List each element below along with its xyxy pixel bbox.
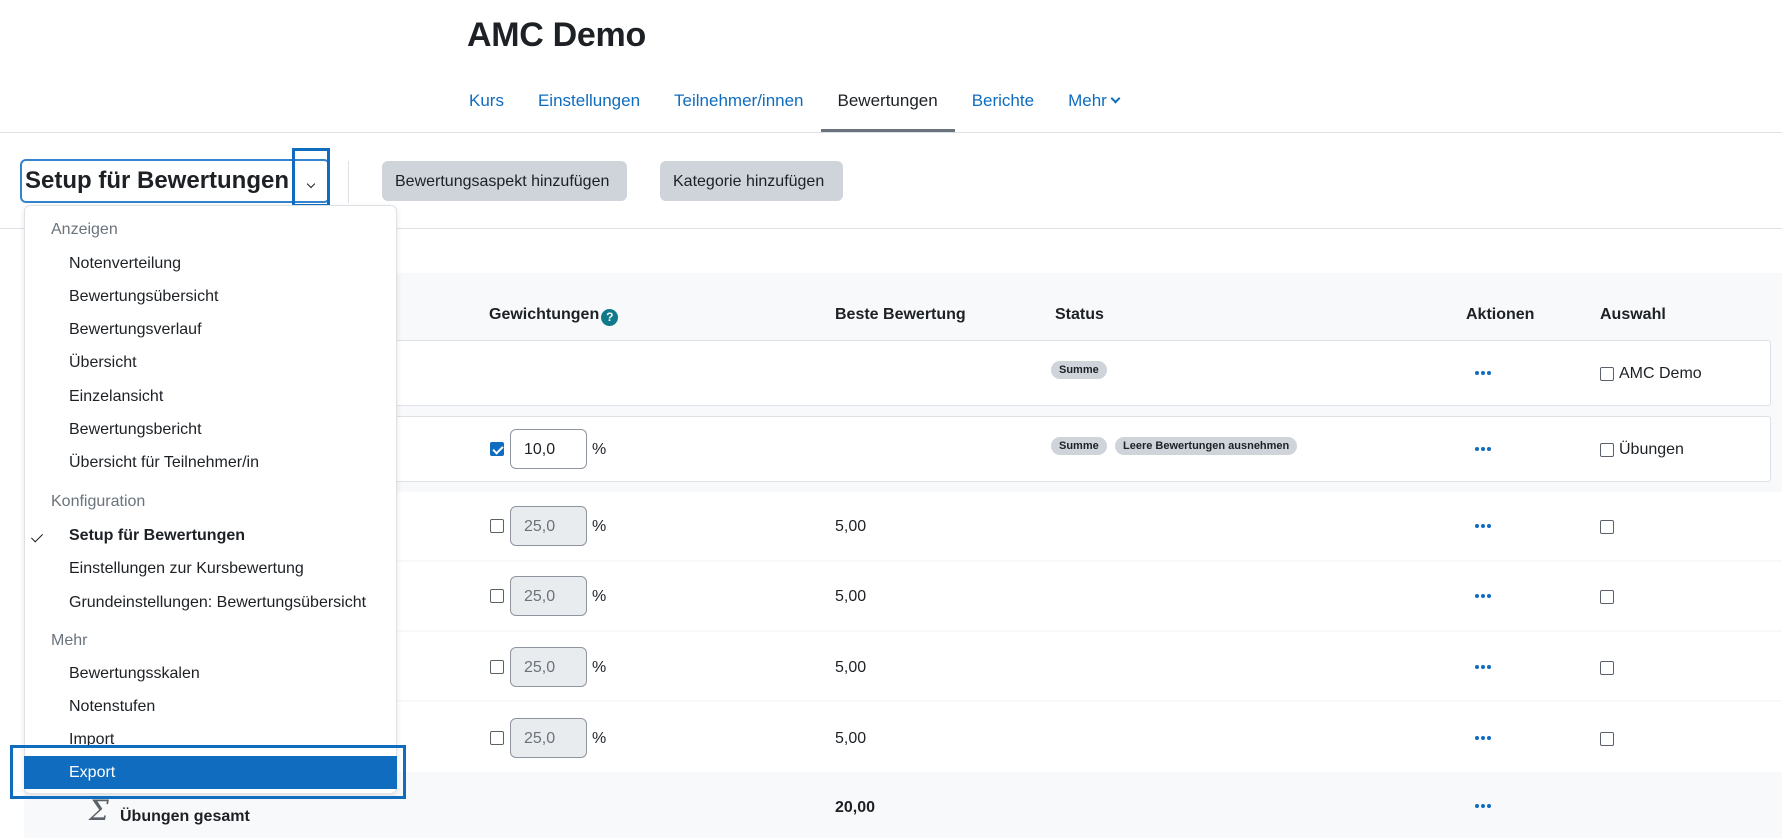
dropdown-section-header: Anzeigen xyxy=(51,221,118,238)
dropdown-section-header: Mehr xyxy=(51,632,88,649)
category-total-label: Übungen gesamt xyxy=(120,808,250,825)
column-header-weights: Gewichtungen? xyxy=(489,306,619,326)
ellipsis-icon[interactable] xyxy=(1475,665,1495,671)
nav-tab-einstellungen[interactable]: Einstellungen xyxy=(521,80,657,132)
column-header-max-grade: Beste Bewertung xyxy=(835,306,966,323)
column-header-actions: Aktionen xyxy=(1466,306,1535,323)
column-header-weights-label: Gewichtungen xyxy=(489,306,600,323)
select-checkbox[interactable] xyxy=(1600,367,1614,381)
weight-unit: % xyxy=(592,588,607,605)
weight-override-checkbox[interactable] xyxy=(490,589,504,603)
secondary-navigation: Kurs Einstellungen Teilnehmer/innen Bewe… xyxy=(452,80,1136,132)
column-header-status: Status xyxy=(1055,306,1104,323)
max-grade: 5,00 xyxy=(835,659,867,676)
weight-override-checkbox[interactable] xyxy=(490,731,504,745)
select-checkbox[interactable] xyxy=(1600,590,1614,604)
dropdown-item-uebersicht-teilnehmer[interactable]: Übersicht für Teilnehmer/in xyxy=(69,454,259,472)
export-highlight-frame xyxy=(10,745,406,799)
ellipsis-icon[interactable] xyxy=(1475,447,1495,453)
ellipsis-icon[interactable] xyxy=(1475,594,1495,600)
add-grade-item-button[interactable]: Bewertungsaspekt hinzufügen xyxy=(382,161,627,201)
nav-tab-berichte[interactable]: Berichte xyxy=(955,80,1051,132)
weight-input[interactable]: 10,0 xyxy=(510,429,587,469)
grade-report-selector-label: Setup für Bewertungen xyxy=(25,167,290,194)
dropdown-item-notenstufen[interactable]: Notenstufen xyxy=(69,698,155,716)
dropdown-item-einstellungen-kursbewertung[interactable]: Einstellungen zur Kursbewertung xyxy=(69,560,304,578)
dropdown-item-bewertungsbericht[interactable]: Bewertungsbericht xyxy=(69,421,202,439)
weight-override-checkbox[interactable] xyxy=(490,519,504,533)
dropdown-item-setup-bewertungen[interactable]: Setup für Bewertungen xyxy=(69,527,245,545)
weight-override-checkbox[interactable] xyxy=(490,442,504,456)
dropdown-section-header: Konfiguration xyxy=(51,493,146,510)
status-badge: Summe xyxy=(1051,361,1107,379)
dropdown-item-bewertungsskalen[interactable]: Bewertungsskalen xyxy=(69,665,200,683)
select-checkbox[interactable] xyxy=(1600,661,1614,675)
ellipsis-icon[interactable] xyxy=(1475,524,1495,530)
dropdown-item-bewertungsuebersicht[interactable]: Bewertungsübersicht xyxy=(69,288,218,306)
ellipsis-icon[interactable] xyxy=(1475,804,1495,810)
nav-tab-label: Bewertungen xyxy=(837,91,938,110)
action-bar-separator xyxy=(348,161,349,203)
select-checkbox[interactable] xyxy=(1600,443,1614,457)
status-badge: Leere Bewertungen ausnehmen xyxy=(1115,437,1298,455)
nav-tab-label: Kurs xyxy=(469,91,504,110)
dropdown-item-notenverteilung[interactable]: Notenverteilung xyxy=(69,255,181,273)
header-divider xyxy=(0,132,1782,133)
selector-dropdown-toggle[interactable] xyxy=(292,148,330,207)
add-category-button[interactable]: Kategorie hinzufügen xyxy=(660,161,843,201)
nav-tab-mehr[interactable]: Mehr xyxy=(1051,80,1136,132)
weight-unit: % xyxy=(592,441,607,458)
status-badge: Summe xyxy=(1051,437,1107,455)
select-label: AMC Demo xyxy=(1619,365,1702,382)
nav-tab-kurs[interactable]: Kurs xyxy=(452,80,521,132)
weight-input[interactable]: 25,0 xyxy=(510,718,587,758)
weight-unit: % xyxy=(592,518,607,535)
nav-tab-label: Berichte xyxy=(971,91,1035,110)
dropdown-item-grundeinstellungen[interactable]: Grundeinstellungen: Bewertungsübersicht xyxy=(69,594,366,612)
weight-input[interactable]: 25,0 xyxy=(510,576,587,616)
weight-input[interactable]: 25,0 xyxy=(510,506,587,546)
select-label: Übungen xyxy=(1619,441,1684,458)
nav-tab-label: Teilnehmer/innen xyxy=(674,91,804,110)
max-grade: 5,00 xyxy=(835,730,867,747)
page-title: AMC Demo xyxy=(467,16,646,54)
nav-tab-label: Einstellungen xyxy=(537,91,641,110)
weight-unit: % xyxy=(592,659,607,676)
nav-tab-bewertungen[interactable]: Bewertungen xyxy=(820,80,955,132)
weight-unit: % xyxy=(592,730,607,747)
dropdown-item-bewertungsverlauf[interactable]: Bewertungsverlauf xyxy=(69,321,202,339)
ellipsis-icon[interactable] xyxy=(1475,371,1495,377)
weight-input[interactable]: 25,0 xyxy=(510,647,587,687)
chevron-down-icon xyxy=(1110,93,1121,104)
select-checkbox[interactable] xyxy=(1600,520,1614,534)
question-circle-icon[interactable]: ? xyxy=(601,309,619,326)
category-total-value: 20,00 xyxy=(835,799,876,816)
nav-tab-label: Mehr xyxy=(1068,91,1107,110)
select-checkbox[interactable] xyxy=(1600,732,1614,746)
dropdown-item-einzelansicht[interactable]: Einzelansicht xyxy=(69,388,163,406)
nav-tab-teilnehmer[interactable]: Teilnehmer/innen xyxy=(657,80,820,132)
dropdown-item-uebersicht[interactable]: Übersicht xyxy=(69,354,137,372)
max-grade: 5,00 xyxy=(835,518,867,535)
column-header-select: Auswahl xyxy=(1600,306,1666,323)
max-grade: 5,00 xyxy=(835,588,867,605)
weight-override-checkbox[interactable] xyxy=(490,660,504,674)
ellipsis-icon[interactable] xyxy=(1475,736,1495,742)
chevron-down-icon xyxy=(306,179,316,189)
